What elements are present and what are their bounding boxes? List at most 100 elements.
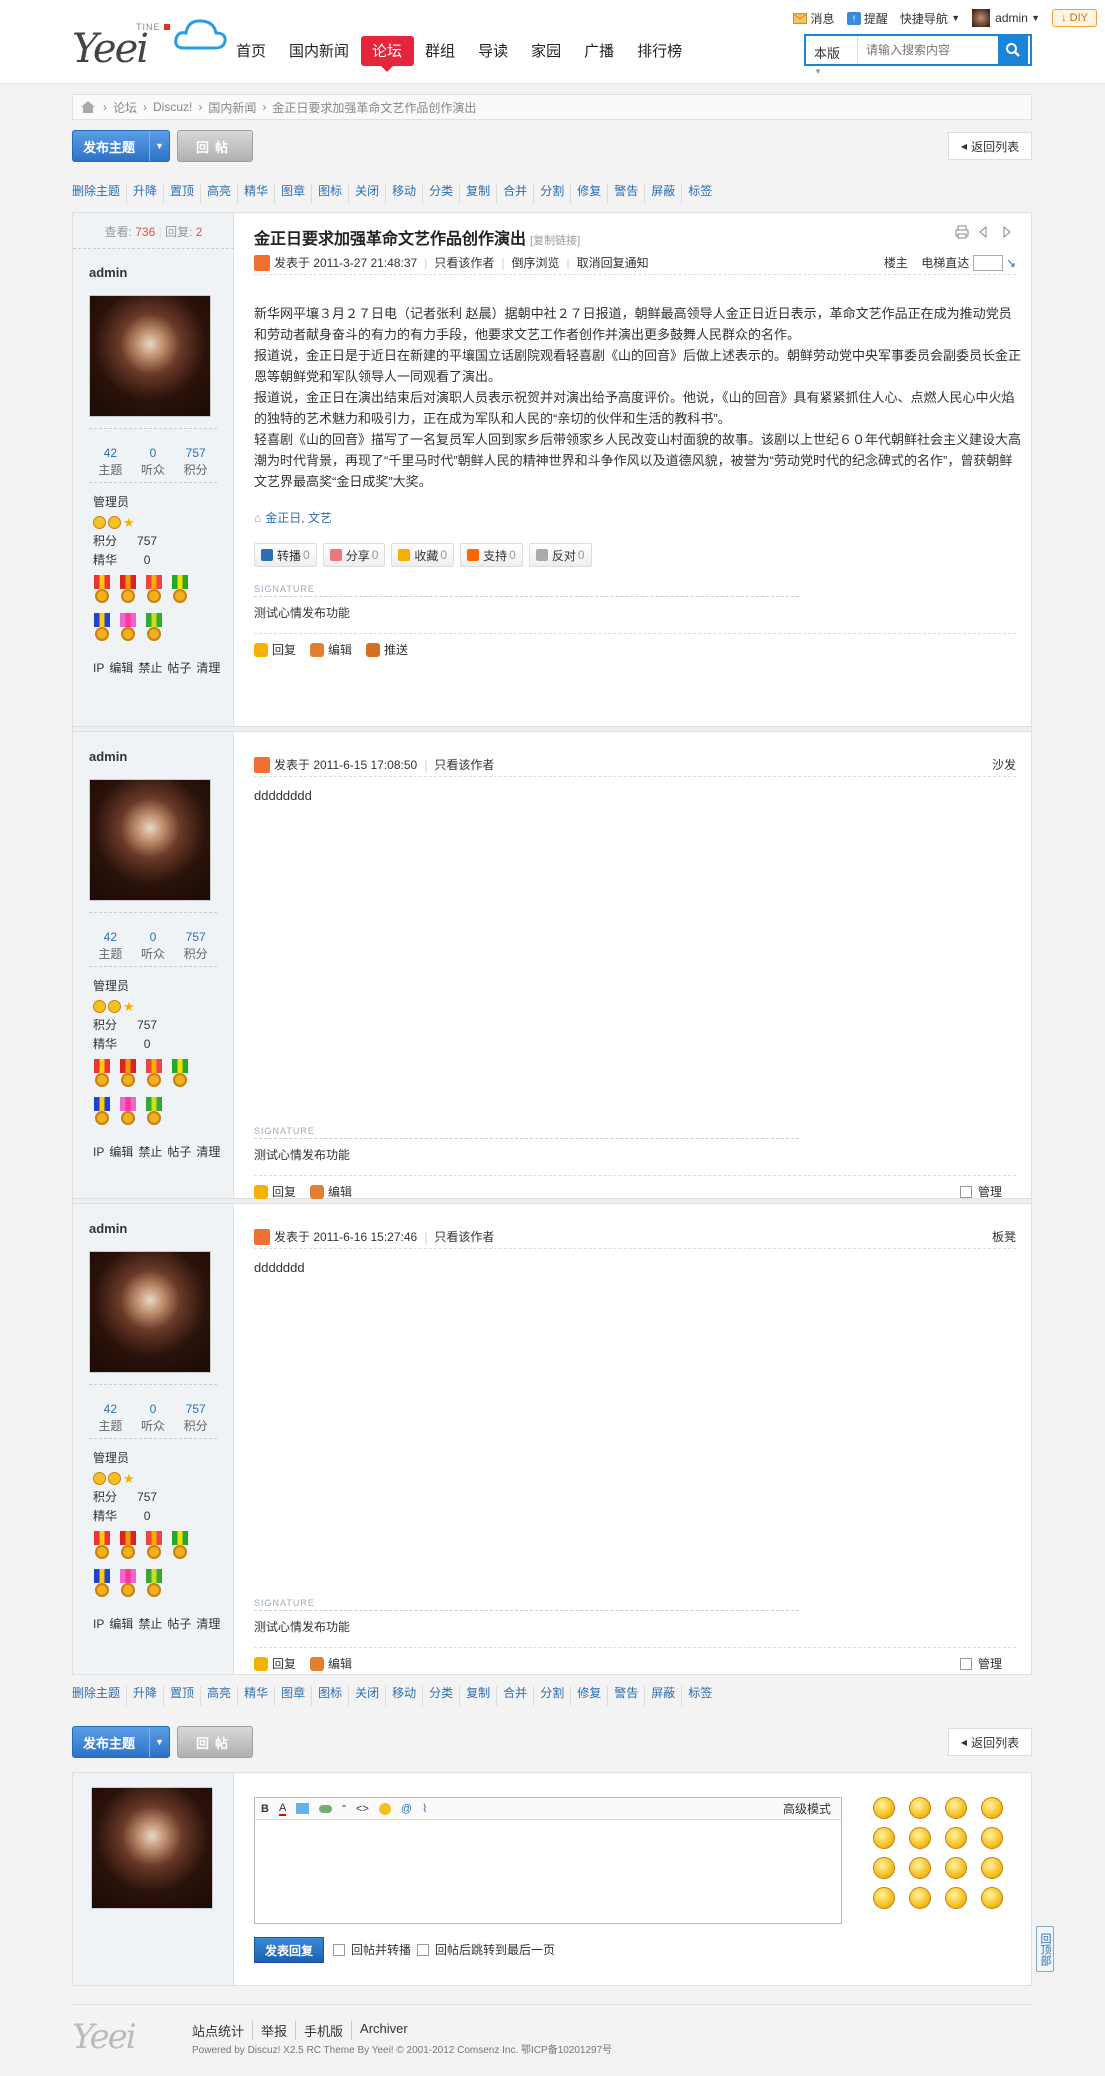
mod-action[interactable]: 修复: [571, 184, 609, 204]
medal-icon[interactable]: [117, 613, 139, 647]
smiley-icon[interactable]: [945, 1827, 967, 1849]
smiley-icon[interactable]: [981, 1887, 1003, 1909]
medal-icon[interactable]: [143, 1097, 165, 1131]
smiley-icon[interactable]: [873, 1857, 895, 1879]
mod-action[interactable]: 分割: [534, 1686, 572, 1706]
medal-icon[interactable]: [91, 1097, 113, 1131]
mod-action[interactable]: 分割: [534, 184, 572, 204]
mod-action[interactable]: 删除主题: [72, 184, 128, 204]
option-jump-last[interactable]: 回帖后跳转到最后一页: [417, 1941, 555, 1958]
post-foot-action[interactable]: 回复: [254, 1655, 296, 1672]
nav-home[interactable]: 首页: [225, 36, 278, 66]
mod-action[interactable]: 移动: [386, 1686, 424, 1706]
stat-1[interactable]: 0 听众: [132, 445, 175, 482]
mod-action[interactable]: 合并: [497, 1686, 535, 1706]
post-new-button-bottom[interactable]: 发布主题 ▼: [72, 1726, 170, 1758]
breadcrumb-discuz[interactable]: Discuz!: [153, 100, 192, 114]
search-scope-select[interactable]: 本版 ▼: [806, 36, 858, 76]
medal-icon[interactable]: [91, 613, 113, 647]
medal-icon[interactable]: [91, 1531, 113, 1565]
diy-button[interactable]: ↓ DIY: [1052, 9, 1097, 27]
mod-action[interactable]: 高亮: [201, 184, 239, 204]
nav-guide[interactable]: 导读: [467, 36, 520, 66]
footer-link-mobile[interactable]: 手机版: [296, 2021, 353, 2040]
medal-icon[interactable]: [91, 1569, 113, 1603]
medal-icon[interactable]: [117, 1059, 139, 1093]
user-op-3[interactable]: 帖子: [167, 661, 191, 675]
medal-icon[interactable]: [143, 613, 165, 647]
stat-1[interactable]: 0 听众: [132, 929, 175, 966]
smiley-icon[interactable]: [909, 1797, 931, 1819]
share-button-0[interactable]: 转播 0: [254, 543, 317, 567]
user-avatar[interactable]: [89, 779, 211, 901]
mod-action[interactable]: 警告: [608, 1686, 646, 1706]
tag-links[interactable]: 金正日, 文艺: [265, 509, 332, 526]
mod-action[interactable]: 升降: [127, 1686, 165, 1706]
advanced-mode-link[interactable]: 高级模式: [783, 1800, 831, 1817]
smiley-icon[interactable]: [873, 1827, 895, 1849]
mod-action[interactable]: 分类: [423, 184, 461, 204]
user-op-4[interactable]: 清理: [196, 1617, 220, 1631]
mod-action[interactable]: 高亮: [201, 1686, 239, 1706]
nav-home-space[interactable]: 家园: [520, 36, 573, 66]
post-link[interactable]: 倒序浏览: [511, 254, 559, 271]
quote-icon[interactable]: “: [342, 1803, 346, 1815]
site-logo[interactable]: Yeei TINE: [72, 14, 232, 74]
mod-action[interactable]: 复制: [460, 1686, 498, 1706]
mod-action[interactable]: 警告: [608, 184, 646, 204]
smiley-icon[interactable]: [909, 1857, 931, 1879]
user-op-3[interactable]: 帖子: [167, 1617, 191, 1631]
link-icon[interactable]: [319, 1804, 333, 1813]
post-link[interactable]: 只看该作者: [434, 254, 494, 271]
mod-action[interactable]: 图章: [275, 184, 313, 204]
mod-action[interactable]: 图标: [312, 184, 350, 204]
medal-icon[interactable]: [169, 575, 191, 609]
mod-action[interactable]: 屏蔽: [645, 1686, 683, 1706]
stat-0[interactable]: 42 主题: [89, 445, 132, 482]
attachment-icon[interactable]: ⌇: [422, 1802, 427, 1815]
medal-icon[interactable]: [143, 1569, 165, 1603]
mod-action[interactable]: 移动: [386, 184, 424, 204]
stat-0[interactable]: 42 主题: [89, 929, 132, 966]
at-icon[interactable]: @: [401, 1803, 412, 1815]
user-op-4[interactable]: 清理: [196, 1145, 220, 1159]
bold-icon[interactable]: B: [261, 1803, 269, 1815]
user-op-1[interactable]: 编辑: [109, 661, 133, 675]
medal-icon[interactable]: [91, 575, 113, 609]
reply-textarea[interactable]: [255, 1820, 841, 1923]
author-name[interactable]: admin: [89, 265, 127, 280]
back-to-top-button[interactable]: 回顶部: [1036, 1926, 1054, 1972]
medal-icon[interactable]: [91, 1059, 113, 1093]
smiley-icon[interactable]: [909, 1887, 931, 1909]
share-button-2[interactable]: 收藏 0: [391, 543, 455, 567]
user-op-3[interactable]: 帖子: [167, 1145, 191, 1159]
mod-action[interactable]: 升降: [127, 184, 165, 204]
stat-2[interactable]: 757 积分: [174, 929, 217, 966]
footer-link-stats[interactable]: 站点统计: [192, 2021, 254, 2040]
submit-reply-button[interactable]: 发表回复: [254, 1937, 324, 1963]
elevator-input[interactable]: [972, 254, 1003, 271]
smiley-icon[interactable]: [945, 1797, 967, 1819]
medal-icon[interactable]: [117, 1097, 139, 1131]
home-icon[interactable]: [81, 101, 95, 113]
post-foot-action[interactable]: 回复: [254, 1183, 296, 1200]
post-foot-action[interactable]: 推送: [366, 641, 408, 658]
author-name[interactable]: admin: [89, 1221, 127, 1236]
medal-icon[interactable]: [117, 1569, 139, 1603]
post-foot-action[interactable]: 编辑: [310, 1655, 352, 1672]
user-avatar[interactable]: [89, 1251, 211, 1373]
breadcrumb-domestic-news[interactable]: 国内新闻: [208, 99, 256, 116]
medal-icon[interactable]: [117, 575, 139, 609]
prev-thread-icon[interactable]: [977, 225, 991, 239]
quick-nav-menu[interactable]: 快捷导航 ▼: [900, 10, 960, 27]
mod-action[interactable]: 屏蔽: [645, 184, 683, 204]
mod-action[interactable]: 图章: [275, 1686, 313, 1706]
medal-icon[interactable]: [169, 1531, 191, 1565]
user-group[interactable]: 管理员: [93, 1449, 157, 1468]
post-foot-action[interactable]: 编辑: [310, 641, 352, 658]
user-op-2[interactable]: 禁止: [138, 661, 162, 675]
medal-icon[interactable]: [143, 575, 165, 609]
mod-action[interactable]: 精华: [238, 1686, 276, 1706]
user-op-4[interactable]: 清理: [196, 661, 220, 675]
reply-button[interactable]: 回帖: [177, 130, 253, 162]
